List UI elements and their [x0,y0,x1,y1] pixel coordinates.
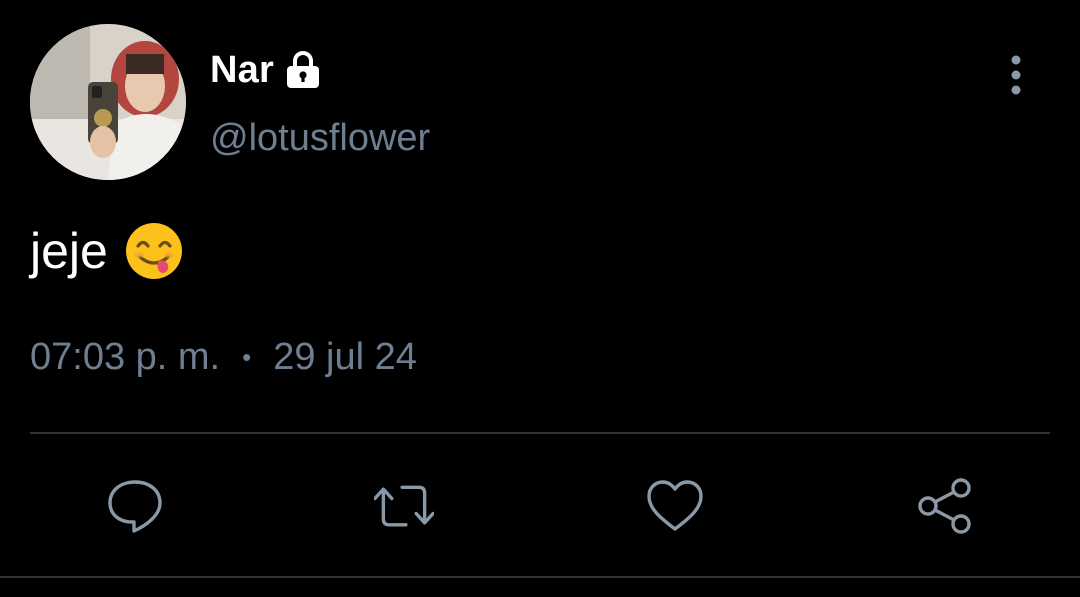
like-button[interactable] [645,476,705,536]
more-options-button[interactable] [996,52,1036,98]
meta-separator: • [242,342,252,372]
retweet-button[interactable] [374,476,434,536]
tweet-date[interactable]: 29 jul 24 [273,332,417,382]
tweet-text-content: jeje [30,223,108,279]
tweet-detail: Nar @lotusflower jeje 07:03 p. m. • 29 j… [0,0,1080,597]
display-name[interactable]: Nar [210,46,274,94]
divider [30,432,1050,434]
tweet-text: jeje [30,220,184,282]
speech-bubble-icon [108,480,162,533]
retweet-icon [374,485,434,527]
share-nodes-icon [918,478,971,534]
tweet-time[interactable]: 07:03 p. m. [30,332,220,382]
bottom-divider [0,576,1080,578]
avatar[interactable] [30,24,186,180]
user-handle[interactable]: @lotusflower [210,114,430,162]
user-name-row: Nar [210,46,324,94]
tweet-timestamp: 07:03 p. m. • 29 jul 24 [30,332,417,382]
share-button[interactable] [915,476,975,536]
avatar-image [30,24,186,180]
yum-face-emoji [124,221,184,281]
vertical-ellipsis-icon [1011,55,1021,95]
reply-button[interactable] [105,476,165,536]
lock-icon [282,49,324,91]
heart-icon [647,480,703,531]
